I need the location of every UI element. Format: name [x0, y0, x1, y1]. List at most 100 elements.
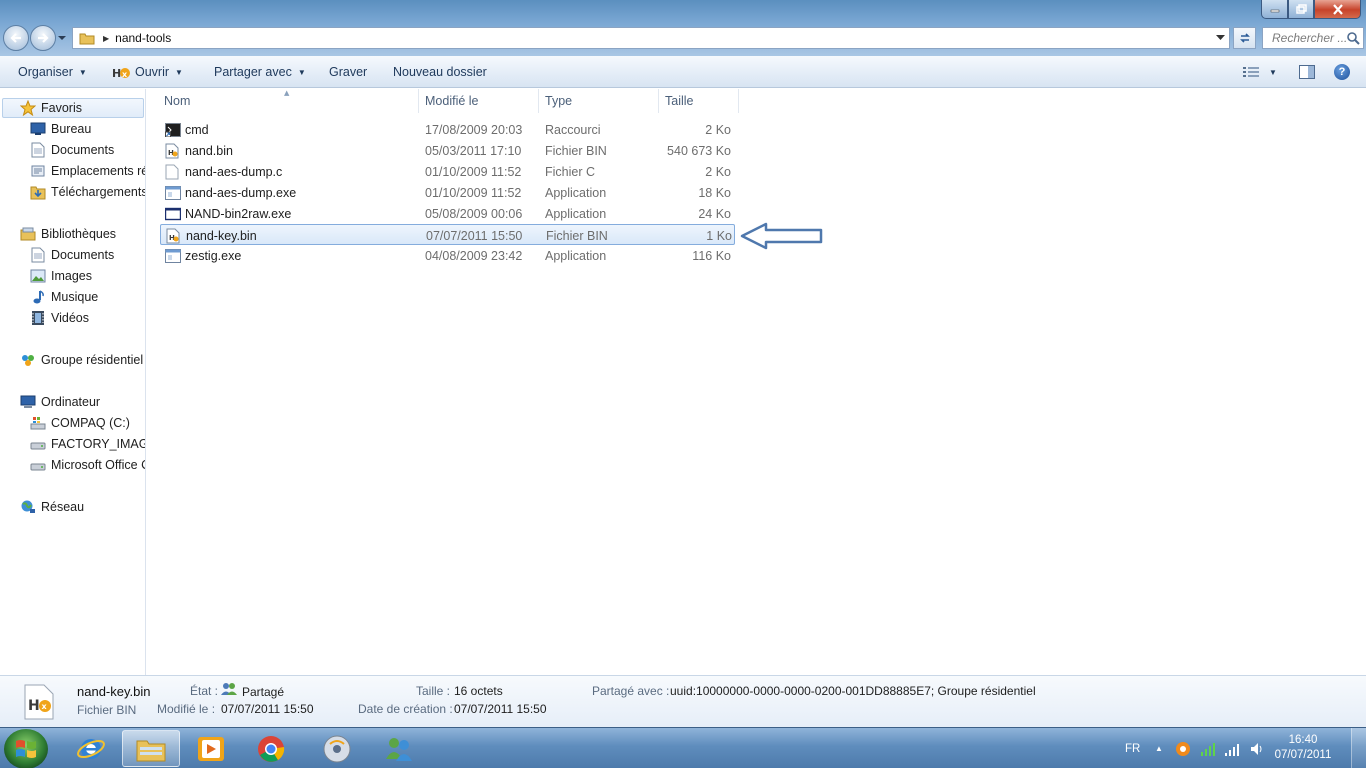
file-row[interactable]: zestig.exe 04/08/2009 23:42 Application …: [160, 245, 735, 266]
file-row-selected[interactable]: H nand-key.bin 07/07/2011 15:50 Fichier …: [160, 224, 735, 245]
annotation-arrow-icon: [740, 222, 823, 250]
show-desktop-button[interactable]: [1351, 728, 1366, 768]
open-button[interactable]: Hx Ouvrir ▼: [112, 56, 183, 88]
taskbar-media-player[interactable]: [182, 730, 240, 767]
details-state-label: État :: [190, 684, 219, 698]
nav-homegroup[interactable]: Groupe résidentiel: [20, 350, 143, 370]
antivirus-icon: [1176, 741, 1190, 756]
file-row[interactable]: H nand.bin 05/03/2011 17:10 Fichier BIN …: [160, 140, 735, 161]
taskbar-internet-explorer[interactable]: [62, 730, 120, 767]
tray-signal[interactable]: [1200, 728, 1216, 768]
nav-item-pictures[interactable]: Images: [30, 266, 92, 286]
organize-label: Organiser: [18, 65, 73, 79]
forward-arrow-icon: [38, 33, 49, 43]
nav-item-drive-c[interactable]: COMPAQ (C:): [30, 413, 130, 433]
address-history-dropdown-icon[interactable]: [1216, 35, 1225, 41]
nav-item-drive-d[interactable]: FACTORY_IMAGE (D:): [30, 434, 145, 454]
back-button[interactable]: [3, 25, 29, 51]
chevron-down-icon: ▼: [78, 67, 87, 77]
nav-item-label: Microsoft Office Click-to-Run: [51, 458, 145, 472]
tray-clock[interactable]: 16:40 07/07/2011: [1268, 733, 1338, 763]
show-hidden-icons-button[interactable]: ▲: [1155, 728, 1163, 768]
share-with-label: Partager avec: [214, 65, 292, 79]
file-type: Fichier BIN: [545, 143, 607, 158]
nav-item-downloads[interactable]: Téléchargements: [30, 182, 145, 202]
tray-avast[interactable]: [1175, 728, 1191, 768]
refresh-button[interactable]: [1233, 27, 1256, 49]
file-row[interactable]: nand-aes-dump.c 01/10/2009 11:52 Fichier…: [160, 161, 735, 182]
tray-volume[interactable]: [1249, 728, 1265, 768]
svg-text:H: H: [112, 67, 121, 79]
nav-libraries[interactable]: Bibliothèques: [20, 224, 116, 244]
nav-item-label: Vidéos: [51, 311, 89, 325]
file-name: zestig.exe: [185, 248, 242, 263]
c-file-icon: [165, 161, 182, 182]
taskbar-chrome[interactable]: [242, 730, 300, 767]
tray-network[interactable]: [1224, 728, 1240, 768]
nav-item-recent-places[interactable]: Emplacements récents: [30, 161, 145, 181]
address-bar[interactable]: ▶ nand-tools: [72, 27, 1230, 49]
column-name-label: Nom: [164, 94, 191, 108]
taskbar-messenger[interactable]: [370, 730, 428, 767]
breadcrumb-separator-icon[interactable]: ▶: [103, 34, 109, 43]
organize-button[interactable]: Organiser ▼: [18, 56, 87, 88]
recent-pages-dropdown-icon[interactable]: [58, 34, 66, 42]
file-type: Application: [545, 206, 607, 221]
nav-item-lib-documents[interactable]: Documents: [30, 245, 114, 265]
nav-network-label: Réseau: [41, 500, 85, 514]
file-row[interactable]: nand-aes-dump.exe 01/10/2009 11:52 Appli…: [160, 182, 735, 203]
minimize-button[interactable]: [1261, 0, 1288, 19]
nav-computer[interactable]: Ordinateur: [20, 392, 100, 412]
file-row[interactable]: NAND-bin2raw.exe 05/08/2009 00:06 Applic…: [160, 203, 735, 224]
nav-item-videos[interactable]: Vidéos: [30, 308, 89, 328]
help-button[interactable]: ?: [1334, 56, 1350, 88]
nav-computer-label: Ordinateur: [41, 395, 101, 409]
column-header-size[interactable]: Taille: [659, 89, 739, 113]
start-button[interactable]: [4, 729, 48, 768]
nav-favorites-label: Favoris: [41, 101, 82, 115]
column-header-modified[interactable]: Modifié le: [419, 89, 539, 113]
details-modified-value: 07/07/2011 15:50: [221, 702, 314, 716]
explorer-icon: [136, 740, 166, 761]
share-with-button[interactable]: Partager avec ▼: [214, 56, 306, 88]
column-type-label: Type: [545, 94, 573, 108]
navigation-pane: Favoris Bureau Documents Emplacements ré…: [0, 89, 146, 675]
taskbar-windows-explorer[interactable]: [122, 730, 180, 767]
bin-file-icon: H: [165, 140, 182, 161]
star-icon: [20, 100, 36, 116]
column-header-type[interactable]: Type: [539, 89, 659, 113]
chevron-down-icon: ▼: [175, 67, 183, 77]
details-shared-label: Partagé avec :: [592, 684, 670, 698]
search-input[interactable]: Rechercher ...: [1272, 31, 1347, 45]
nav-favorites[interactable]: Favoris: [20, 98, 82, 118]
burn-button[interactable]: Graver: [329, 56, 367, 88]
nav-item-label: FACTORY_IMAGE (D:): [51, 437, 145, 451]
nav-item-music[interactable]: Musique: [30, 287, 98, 307]
folder-icon: [79, 33, 95, 45]
chevron-down-icon[interactable]: ▼: [1269, 68, 1277, 77]
clock-time: 16:40: [1288, 734, 1318, 746]
taskbar-dvd-maker[interactable]: [308, 730, 366, 767]
close-button[interactable]: [1314, 0, 1361, 19]
nav-item-desktop[interactable]: Bureau: [30, 119, 91, 139]
file-size: 116 Ko: [692, 248, 731, 263]
forward-button[interactable]: [30, 25, 56, 51]
file-modified: 07/07/2011 15:50: [426, 228, 523, 243]
signal-strength-icon: [1201, 742, 1215, 756]
speaker-icon: [1251, 742, 1262, 755]
change-view-button[interactable]: ▼: [1243, 56, 1277, 88]
breadcrumb-current-folder[interactable]: nand-tools: [115, 31, 171, 45]
nav-item-office-drive[interactable]: Microsoft Office Click-to-Run: [30, 455, 145, 475]
preview-pane-button[interactable]: [1299, 56, 1315, 88]
search-icon[interactable]: [1346, 31, 1360, 45]
search-box[interactable]: Rechercher ...: [1262, 27, 1364, 49]
file-row[interactable]: cmd 17/08/2009 20:03 Raccourci 2 Ko: [160, 119, 735, 140]
nav-item-documents[interactable]: Documents: [30, 140, 114, 160]
maximize-button[interactable]: [1288, 0, 1314, 19]
file-modified: 05/08/2009 00:06: [425, 206, 523, 221]
new-folder-button[interactable]: Nouveau dossier: [393, 56, 487, 88]
language-indicator[interactable]: FR: [1125, 728, 1140, 768]
messenger-icon: [386, 737, 412, 761]
nav-network[interactable]: Réseau: [20, 497, 84, 517]
chevron-up-icon: ▲: [1155, 744, 1163, 753]
